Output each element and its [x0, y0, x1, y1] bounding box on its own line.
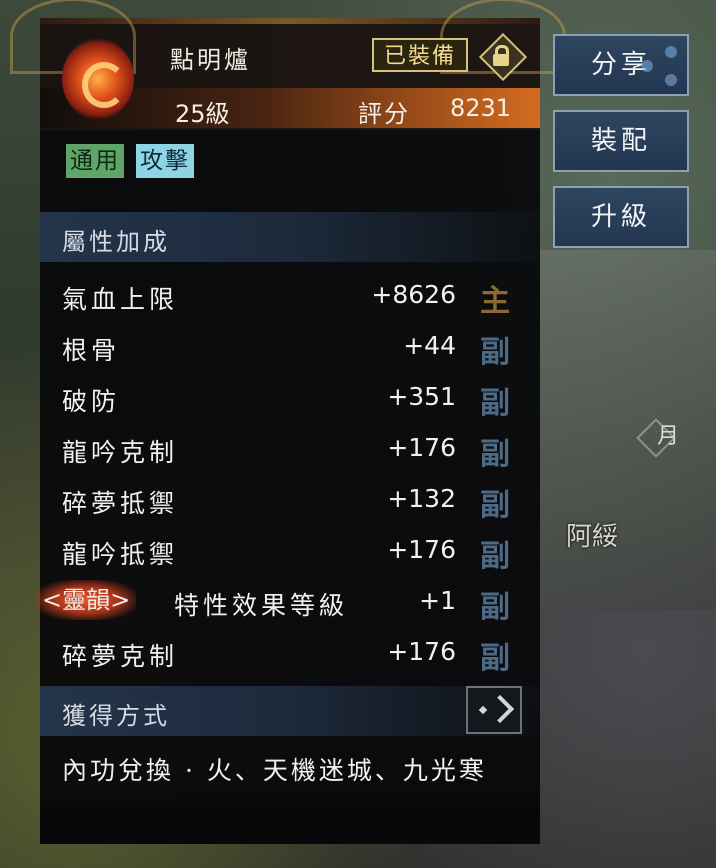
attribute-row: 根骨 +44 副: [40, 321, 540, 371]
tag-attack: 攻擊: [136, 144, 194, 178]
sub-attribute-marker: 副: [480, 641, 510, 676]
sub-attribute-marker: 副: [480, 590, 510, 625]
attribute-value: +44: [403, 331, 456, 360]
chevron-right-icon: [485, 694, 515, 724]
main-attribute-marker: 主: [480, 284, 510, 319]
special-attribute-value: +1: [419, 586, 456, 615]
attribute-row: 破防 +351 副: [40, 372, 540, 422]
obtain-section-header: 獲得方式: [40, 686, 540, 736]
attributes-section-header: 屬性加成: [40, 212, 540, 262]
attribute-row: 碎夢克制 +176 副: [40, 627, 540, 677]
upgrade-button-label: 升級: [590, 202, 651, 232]
attribute-row: 碎夢抵禦 +132 副: [40, 474, 540, 524]
attributes-title: 屬性加成: [62, 228, 170, 256]
share-icon: [641, 46, 681, 86]
scroll-fade: [40, 788, 540, 844]
item-tooltip-panel: 點明爐 已裝備 25級 評分 8231 通用 攻擊 屬性加成 氣血上限 +862…: [10, 0, 566, 844]
npc-name-label: 阿綏: [566, 522, 619, 552]
upgrade-button[interactable]: 升級: [553, 186, 689, 248]
lingyun-prefix: <靈韻>: [36, 580, 137, 620]
score-value: 8231: [450, 94, 512, 122]
attribute-name: 龍吟克制: [62, 438, 179, 467]
lock-icon[interactable]: [478, 32, 528, 82]
attribute-name: 碎夢克制: [62, 642, 179, 671]
sub-attribute-marker: 副: [480, 386, 510, 421]
obtain-title: 獲得方式: [62, 702, 170, 730]
item-header: 點明爐 已裝備 25級 評分 8231: [10, 0, 566, 130]
share-button[interactable]: 分享: [553, 34, 689, 96]
attribute-value: +176: [387, 637, 456, 666]
tag-general: 通用: [66, 144, 124, 178]
special-attribute-name: 特性效果等級: [174, 591, 349, 620]
equipped-badge: 已裝備: [372, 38, 468, 72]
sub-attribute-marker: 副: [480, 488, 510, 523]
attribute-name: 氣血上限: [62, 285, 179, 314]
attribute-value: +176: [387, 535, 456, 564]
attribute-value: +176: [387, 433, 456, 462]
sub-attribute-marker: 副: [480, 335, 510, 370]
sub-attribute-marker: 副: [480, 437, 510, 472]
attribute-row: 龍吟抵禦 +176 副: [40, 525, 540, 575]
item-level: 25級: [175, 100, 230, 128]
attribute-value: +132: [387, 484, 456, 513]
item-name: 點明爐: [170, 46, 251, 74]
special-attribute-row: <靈韻> 特性效果等級 +1 副: [36, 576, 540, 626]
attribute-value: +351: [387, 382, 456, 411]
item-furnace-icon: [62, 38, 134, 120]
background-wall: [540, 250, 716, 610]
attribute-name: 破防: [62, 387, 121, 416]
attribute-name: 根骨: [62, 336, 121, 365]
attribute-value: +8626: [371, 280, 456, 309]
score-label: 評分: [358, 100, 410, 128]
equip-button-label: 裝配: [590, 126, 651, 156]
sub-attribute-marker: 副: [480, 539, 510, 574]
attribute-row: 氣血上限 +8626 主: [40, 270, 540, 320]
attribute-name: 龍吟抵禦: [62, 540, 179, 569]
attribute-row: 龍吟克制 +176 副: [40, 423, 540, 473]
equip-button[interactable]: 裝配: [553, 110, 689, 172]
attribute-name: 碎夢抵禦: [62, 489, 179, 518]
moon-marker-icon: 月: [648, 420, 688, 454]
obtain-navigate-button[interactable]: [466, 686, 522, 734]
